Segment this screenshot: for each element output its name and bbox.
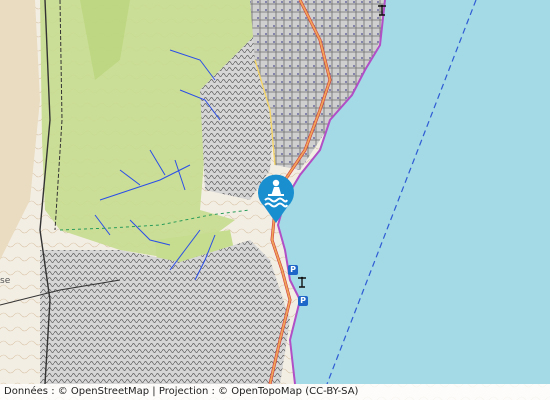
swimming-icon bbox=[258, 174, 294, 223]
place-label: se bbox=[0, 276, 11, 286]
parking-icon[interactable]: P bbox=[298, 296, 308, 306]
lighthouse-icon[interactable] bbox=[376, 4, 388, 16]
beach-location-marker[interactable] bbox=[254, 172, 298, 224]
openstreetmap-link[interactable]: OpenStreetMap bbox=[71, 386, 149, 397]
attribution-separator: | Projection : © bbox=[149, 386, 232, 397]
parking-icon[interactable]: P bbox=[288, 265, 298, 275]
attribution-prefix: Données : © bbox=[4, 386, 71, 397]
attribution-license: (CC-BY-SA) bbox=[302, 386, 359, 397]
opentopomap-link[interactable]: OpenTopoMap bbox=[231, 386, 302, 397]
lighthouse-icon[interactable] bbox=[296, 276, 308, 288]
map-attribution: Données : © OpenStreetMap | Projection :… bbox=[0, 384, 550, 400]
map-canvas[interactable]: P P se Données : © OpenStreetMap | Proje… bbox=[0, 0, 550, 400]
